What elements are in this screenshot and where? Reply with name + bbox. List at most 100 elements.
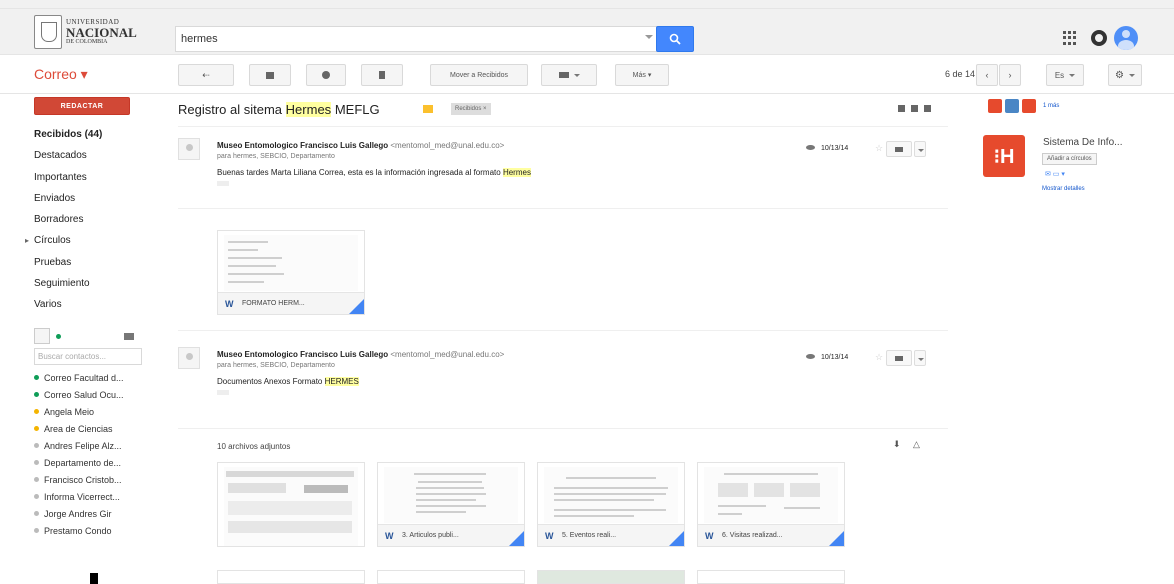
message-1: Museo Entomologico Francisco Luis Galleg… <box>178 138 948 198</box>
compose-button[interactable]: REDACTAR <box>34 97 130 115</box>
sidebar-item-seguimiento[interactable]: Seguimiento <box>34 277 144 291</box>
back-button[interactable]: ⇠ <box>178 64 234 86</box>
message-body: Documentos Anexos Formato HERMES <box>217 377 359 386</box>
archive-button[interactable] <box>249 64 291 86</box>
reply-button[interactable] <box>886 350 912 366</box>
star-icon[interactable]: ☆ <box>875 143 883 154</box>
contact-item[interactable]: Angela Meio <box>34 407 150 418</box>
status-dot-icon <box>34 477 39 482</box>
sender-name[interactable]: Museo Entomologico Francisco Luis Galleg… <box>217 350 504 359</box>
more-button[interactable]: Más ▾ <box>615 64 669 86</box>
contact-item[interactable]: Andres Felipe Alz... <box>34 441 150 452</box>
hermes-logo-icon[interactable]: ⁝H <box>983 135 1025 177</box>
important-marker-icon[interactable] <box>423 105 433 113</box>
notifications-icon[interactable] <box>1091 30 1107 46</box>
sidebar-item-pruebas[interactable]: Pruebas <box>34 256 144 270</box>
attachment-card[interactable] <box>377 570 525 584</box>
show-trimmed-content[interactable] <box>217 181 229 186</box>
status-dot-icon <box>34 460 39 465</box>
recipients[interactable]: para hermes, SEBCIO, Departamento <box>217 153 335 160</box>
label-chip[interactable]: Recibidos × <box>451 103 491 115</box>
older-button[interactable]: › <box>999 64 1021 86</box>
add-to-circles-button[interactable]: Añadir a círculos <box>1042 153 1097 165</box>
status-dot-icon <box>34 375 39 380</box>
contact-photo[interactable] <box>1005 99 1019 113</box>
language-button[interactable]: Es <box>1046 64 1084 86</box>
contact-item[interactable]: Correo Facultad d... <box>34 373 150 384</box>
message-date: 10/13/14 <box>806 145 848 152</box>
attachment-card[interactable] <box>217 570 365 584</box>
contact-item[interactable]: Informa Vicerrect... <box>34 492 150 503</box>
sender-avatar[interactable] <box>178 138 200 160</box>
attachments-actions: ⬇ △ <box>893 439 921 449</box>
hermes-app-icon[interactable] <box>988 99 1002 113</box>
reply-button[interactable] <box>886 141 912 157</box>
logo-line2: NACIONAL <box>66 25 137 40</box>
attachment-card[interactable]: 5. Eventos reali... W <box>537 462 685 547</box>
sidebar-item-drafts[interactable]: Borradores <box>34 213 144 227</box>
status-online-icon[interactable] <box>56 334 61 339</box>
attachment-name: 6. Visitas realizad... <box>698 524 844 546</box>
delete-button[interactable] <box>361 64 403 86</box>
contact-item[interactable]: Correo Salud Ocu... <box>34 390 150 401</box>
crest-icon <box>34 15 62 49</box>
contact-search-input[interactable]: Buscar contactos... <box>34 348 142 365</box>
sidebar-item-important[interactable]: Importantes <box>34 171 144 185</box>
account-avatar[interactable] <box>1114 26 1138 50</box>
attachment-thumbnail <box>704 467 838 523</box>
attachment-card[interactable] <box>217 462 365 547</box>
new-window-icon[interactable] <box>911 105 918 112</box>
expand-all-icon[interactable] <box>924 105 931 112</box>
contact-item[interactable]: Jorge Andres Gir <box>34 509 150 520</box>
contact-title[interactable]: Sistema De Info... <box>1043 137 1122 148</box>
sidebar-item-starred[interactable]: Destacados <box>34 149 144 163</box>
newer-button[interactable]: ‹ <box>976 64 998 86</box>
print-icon[interactable] <box>898 105 905 112</box>
contact-actions-icon[interactable]: ✉ ▭ ▾ <box>1045 170 1065 178</box>
sidebar-item-varios[interactable]: Varios <box>34 298 144 312</box>
contact-item[interactable]: Area de Ciencias <box>34 424 150 435</box>
attachment-card[interactable] <box>697 570 845 584</box>
attachment-card[interactable] <box>537 570 685 584</box>
sender-name[interactable]: Museo Entomologico Francisco Luis Galleg… <box>217 141 504 150</box>
attachment-card[interactable]: FORMATO HERM... W <box>217 230 365 315</box>
move-to-inbox-button[interactable]: Mover a Recibidos <box>430 64 528 86</box>
more-link[interactable]: 1 más <box>1043 103 1059 109</box>
gear-icon: ⚙ <box>1115 69 1124 81</box>
show-details-link[interactable]: Mostrar detalles <box>1042 186 1085 192</box>
more-actions-button[interactable] <box>914 141 926 157</box>
video-call-icon[interactable] <box>124 333 134 340</box>
sidebar-item-inbox[interactable]: Recibidos (44) <box>34 128 144 142</box>
download-all-icon[interactable]: ⬇ <box>893 439 901 449</box>
search-options-icon[interactable] <box>645 35 653 39</box>
labels-button[interactable] <box>541 64 597 86</box>
apps-grid-icon[interactable] <box>1063 31 1077 45</box>
contact-item[interactable]: Prestamo Condo <box>34 526 150 537</box>
recipients[interactable]: para hermes, SEBCIO, Departamento <box>217 362 335 369</box>
report-spam-button[interactable] <box>306 64 346 86</box>
chevron-down-icon <box>573 73 580 77</box>
more-actions-button[interactable] <box>914 350 926 366</box>
search-box <box>175 26 660 52</box>
star-icon[interactable]: ☆ <box>875 352 883 363</box>
show-trimmed-content[interactable] <box>217 390 229 395</box>
contact-item[interactable]: Francisco Cristob... <box>34 475 150 486</box>
university-logo[interactable]: UNIVERSIDAD NACIONAL DE COLOMBIA <box>34 13 152 51</box>
word-icon: W <box>385 531 394 541</box>
sidebar-item-circles[interactable]: Círculos <box>25 234 144 248</box>
attachment-card[interactable]: 3. Articulos publi... W <box>377 462 525 547</box>
settings-button[interactable]: ⚙ <box>1108 64 1142 86</box>
search-button[interactable] <box>656 26 694 52</box>
sidebar-item-sent[interactable]: Enviados <box>34 192 144 206</box>
attachment-name: 3. Articulos publi... <box>378 524 524 546</box>
search-input[interactable] <box>176 27 659 51</box>
hermes-app-icon[interactable] <box>1022 99 1036 113</box>
save-to-drive-icon[interactable]: △ <box>913 439 921 449</box>
contact-item[interactable]: Departamento de... <box>34 458 150 469</box>
sender-avatar[interactable] <box>178 347 200 369</box>
app-switcher[interactable]: Correo ▾ <box>34 66 88 83</box>
attachment-thumbnail <box>224 467 358 546</box>
header-bar: UNIVERSIDAD NACIONAL DE COLOMBIA <box>0 9 1174 55</box>
attachment-card[interactable]: 6. Visitas realizad... W <box>697 462 845 547</box>
chat-user-icon[interactable] <box>34 328 50 344</box>
